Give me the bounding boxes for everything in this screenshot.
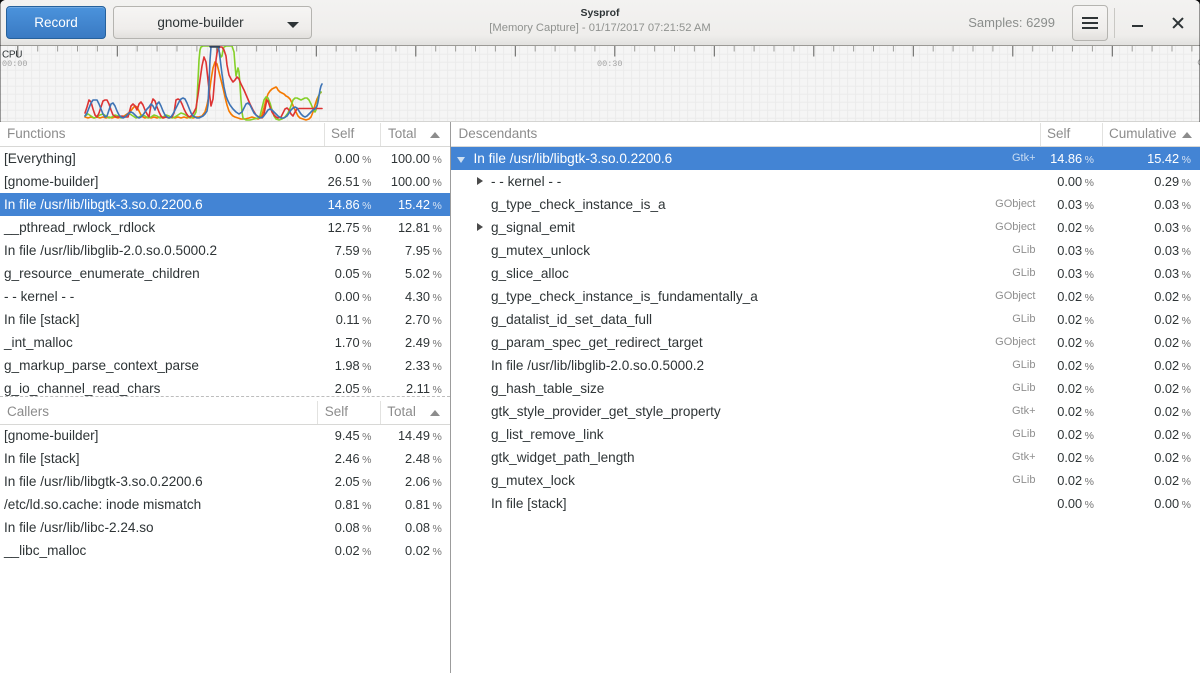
- svg-text:00:30: 00:30: [597, 59, 623, 69]
- svg-text:00:00: 00:00: [2, 59, 28, 69]
